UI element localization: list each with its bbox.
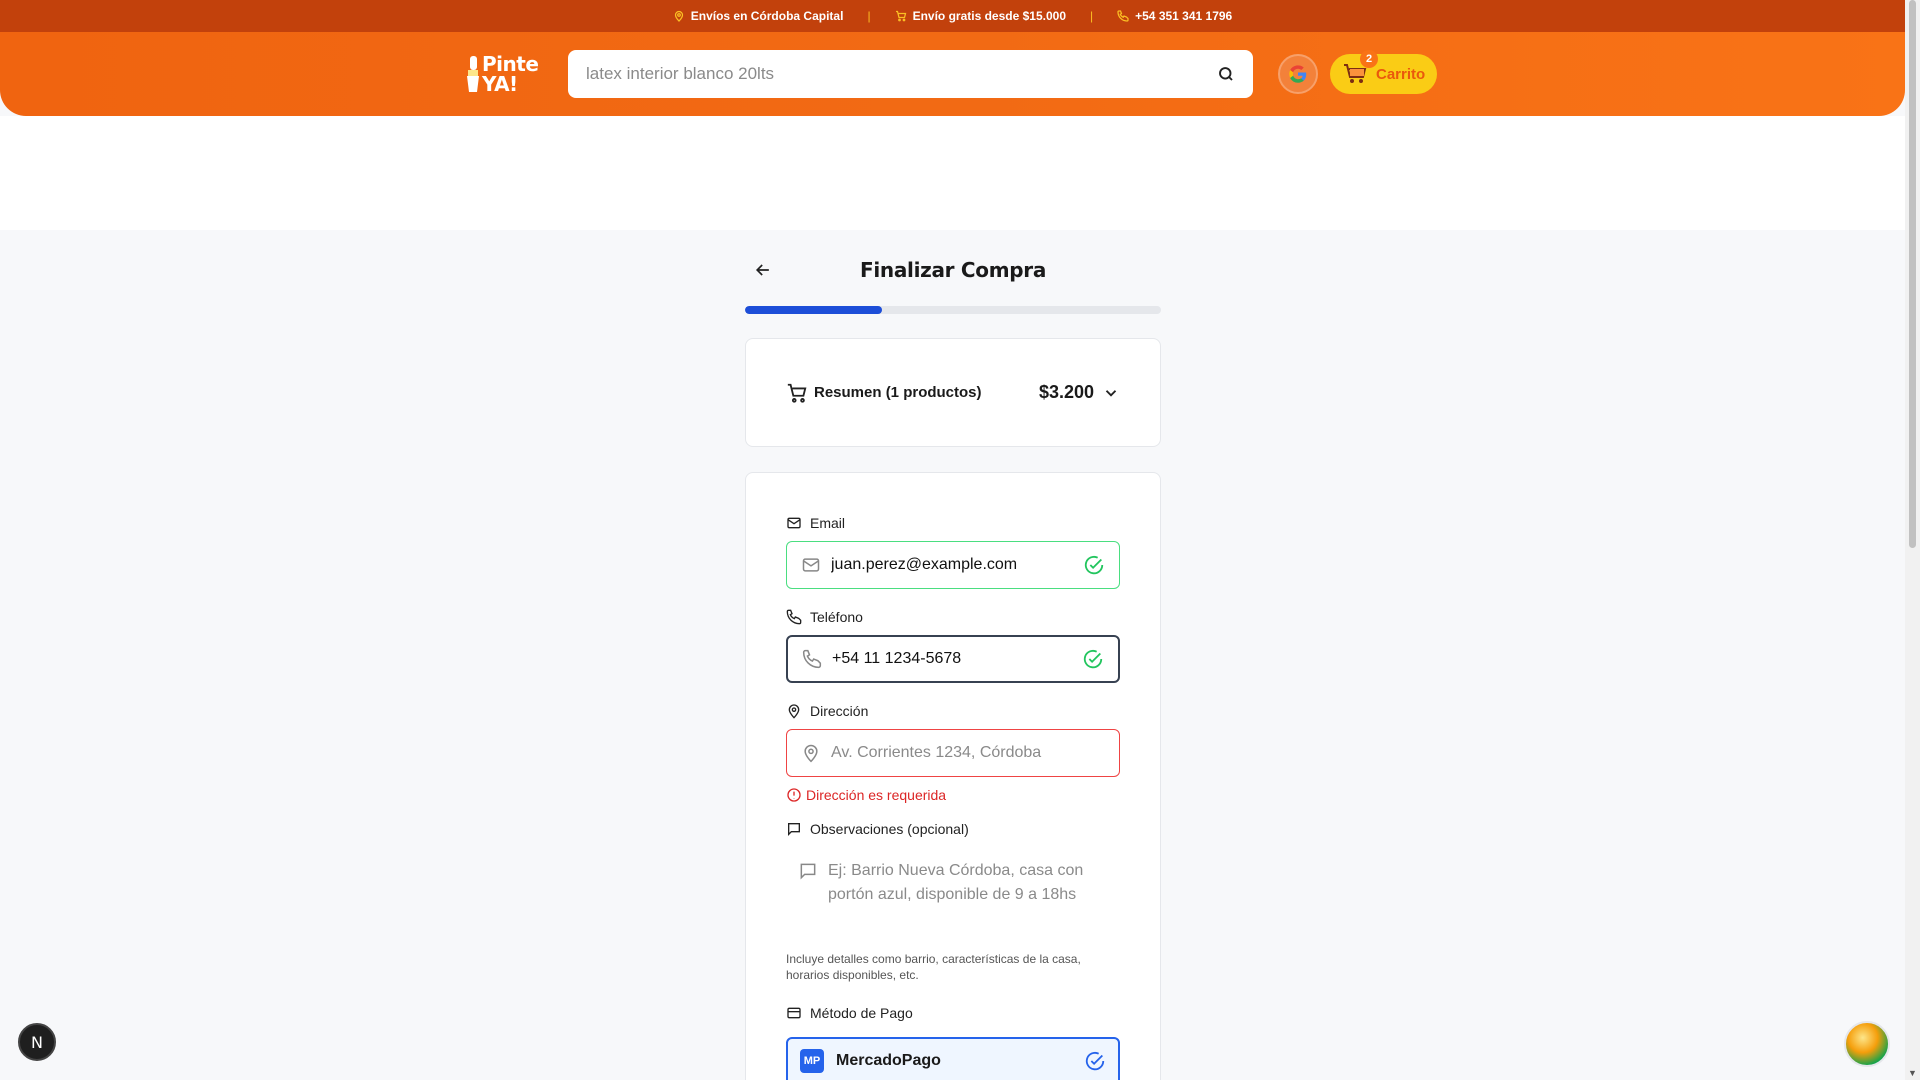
- location-pin-icon: [804, 744, 818, 763]
- email-field: [786, 541, 1120, 589]
- address-field: [786, 729, 1120, 777]
- google-login-button[interactable]: [1278, 54, 1318, 94]
- cart-button[interactable]: 2 Carrito: [1330, 50, 1437, 94]
- payment-option-mercadopago[interactable]: MP MercadoPago: [786, 1037, 1120, 1080]
- page-title: Finalizar Compra: [859, 258, 1047, 282]
- search-input[interactable]: [586, 64, 1217, 84]
- checkout-progress-bar: [745, 306, 1161, 314]
- mercadopago-icon: MP: [800, 1049, 824, 1073]
- message-square-icon: [800, 863, 816, 880]
- address-label-text: Dirección: [810, 703, 869, 719]
- notes-textarea[interactable]: [828, 859, 1108, 931]
- shopping-cart-icon: [787, 383, 807, 403]
- check-circle-icon: [1085, 1051, 1105, 1071]
- phone-notice[interactable]: +54 351 341 1796: [1117, 9, 1232, 23]
- message-square-icon: [788, 823, 800, 836]
- announcement-bar: Envíos en Córdoba Capital | Envío gratis…: [0, 0, 1905, 32]
- checkout-panel: Finalizar Compra Resumen (1 productos) $…: [745, 250, 1161, 1080]
- email-label: Email: [786, 513, 1120, 533]
- site-header: Pinte YA! 2 Carrito: [0, 32, 1905, 116]
- cart-icon: [895, 10, 906, 22]
- address-error: Dirección es requerida: [786, 787, 1120, 803]
- page-top-spacer: [0, 116, 1905, 230]
- phone-icon: [802, 649, 822, 669]
- phone-field: [786, 635, 1120, 683]
- check-circle-icon: [1083, 649, 1103, 669]
- credit-card-icon: [787, 1007, 801, 1019]
- divider: |: [867, 9, 871, 23]
- alert-circle-icon: [787, 788, 801, 802]
- checkout-header: Finalizar Compra: [745, 250, 1161, 290]
- search-bar: [568, 50, 1253, 98]
- address-error-text: Dirección es requerida: [806, 787, 947, 803]
- address-label: Dirección: [786, 701, 1120, 721]
- free-shipping-text: Envío gratis desde $15.000: [912, 9, 1066, 23]
- phone-label-text: Teléfono: [810, 609, 863, 625]
- mail-icon: [802, 558, 820, 572]
- free-shipping-notice: Envío gratis desde $15.000: [895, 9, 1066, 23]
- phone-input[interactable]: [832, 650, 1072, 668]
- assistant-avatar-button[interactable]: [1844, 1021, 1890, 1067]
- payment-method-label-text: Método de Pago: [810, 1005, 913, 1021]
- check-circle-icon: [1084, 555, 1104, 575]
- address-input[interactable]: [831, 744, 1105, 762]
- scroll-down-arrow-icon[interactable]: ▼: [1908, 1068, 1917, 1078]
- paint-brush-icon: [467, 56, 479, 92]
- shipping-area-text: Envíos en Córdoba Capital: [690, 9, 844, 23]
- cart-count-badge: 2: [1360, 50, 1378, 68]
- page-scrollbar[interactable]: ▼: [1905, 0, 1920, 1080]
- phone-label: Teléfono: [786, 607, 1120, 627]
- cart-label: Carrito: [1376, 65, 1426, 83]
- search-icon[interactable]: [1217, 65, 1235, 83]
- checkout-form: Email Teléfono Dirección Direcció: [745, 472, 1161, 1080]
- email-label-text: Email: [810, 515, 846, 531]
- notes-label-text: Observaciones (opcional): [810, 821, 969, 837]
- location-pin-icon: [788, 704, 800, 719]
- google-icon: [1289, 65, 1307, 83]
- payment-option-label: MercadoPago: [836, 1052, 941, 1069]
- scrollbar-thumb[interactable]: [1909, 0, 1916, 548]
- logo-text-ya: YA!: [482, 72, 518, 96]
- phone-icon: [1117, 10, 1129, 22]
- order-summary-toggle[interactable]: Resumen (1 productos) $3.200: [745, 338, 1161, 447]
- phone-text: +54 351 341 1796: [1135, 9, 1233, 23]
- divider: |: [1090, 9, 1094, 23]
- arrow-left-icon[interactable]: [753, 260, 773, 280]
- notes-hint: Incluye detalles como barrio, caracterís…: [786, 952, 1081, 982]
- phone-icon: [786, 609, 802, 625]
- summary-total: $3.200: [1038, 382, 1094, 402]
- pinteya-logo[interactable]: Pinte YA!: [466, 52, 546, 96]
- email-input[interactable]: [831, 556, 1073, 574]
- chevron-down-icon: [1105, 389, 1117, 397]
- nextjs-dev-indicator[interactable]: N: [18, 1023, 56, 1061]
- shipping-area-notice: Envíos en Córdoba Capital: [673, 9, 844, 23]
- location-pin-icon: [674, 10, 683, 22]
- summary-label: Resumen (1 productos): [814, 384, 982, 401]
- notes-label: Observaciones (opcional): [786, 819, 1120, 839]
- progress-fill: [745, 306, 883, 314]
- payment-method-label: Método de Pago: [786, 1003, 1120, 1023]
- notes-field: [786, 849, 1120, 941]
- mail-icon: [787, 517, 801, 529]
